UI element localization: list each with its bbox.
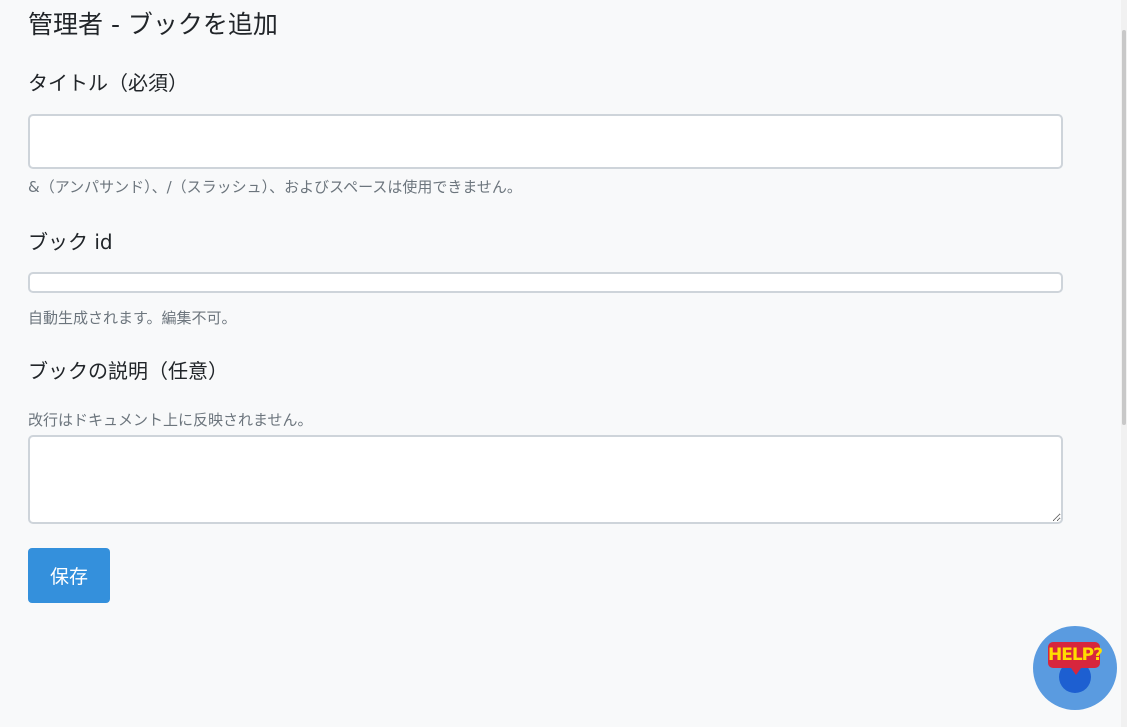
page-title: 管理者 - ブックを追加 (28, 10, 278, 39)
book-id-help-text: 自動生成されます。編集不可。 (28, 309, 237, 327)
help-chat-button[interactable]: HELP? (1033, 626, 1117, 710)
book-id-input (28, 272, 1063, 293)
save-button[interactable]: 保存 (28, 548, 110, 603)
page: 管理者 - ブックを追加 タイトル（必須） &（アンパサンド）、/（スラッシュ）… (0, 0, 1127, 727)
help-badge: HELP? (1048, 642, 1103, 668)
scrollbar-thumb[interactable] (1122, 30, 1126, 425)
description-label: ブックの説明（任意） (28, 359, 228, 383)
page-scrollbar[interactable] (1121, 0, 1127, 727)
title-input[interactable] (28, 114, 1063, 169)
description-textarea[interactable] (28, 435, 1063, 524)
title-label: タイトル（必須） (28, 71, 188, 95)
help-badge-tail (1071, 668, 1081, 675)
title-help-text: &（アンパサンド）、/（スラッシュ）、およびスペースは使用できません。 (28, 178, 522, 196)
description-help-text: 改行はドキュメント上に反映されません。 (28, 411, 313, 429)
book-id-label: ブック id (28, 230, 113, 254)
